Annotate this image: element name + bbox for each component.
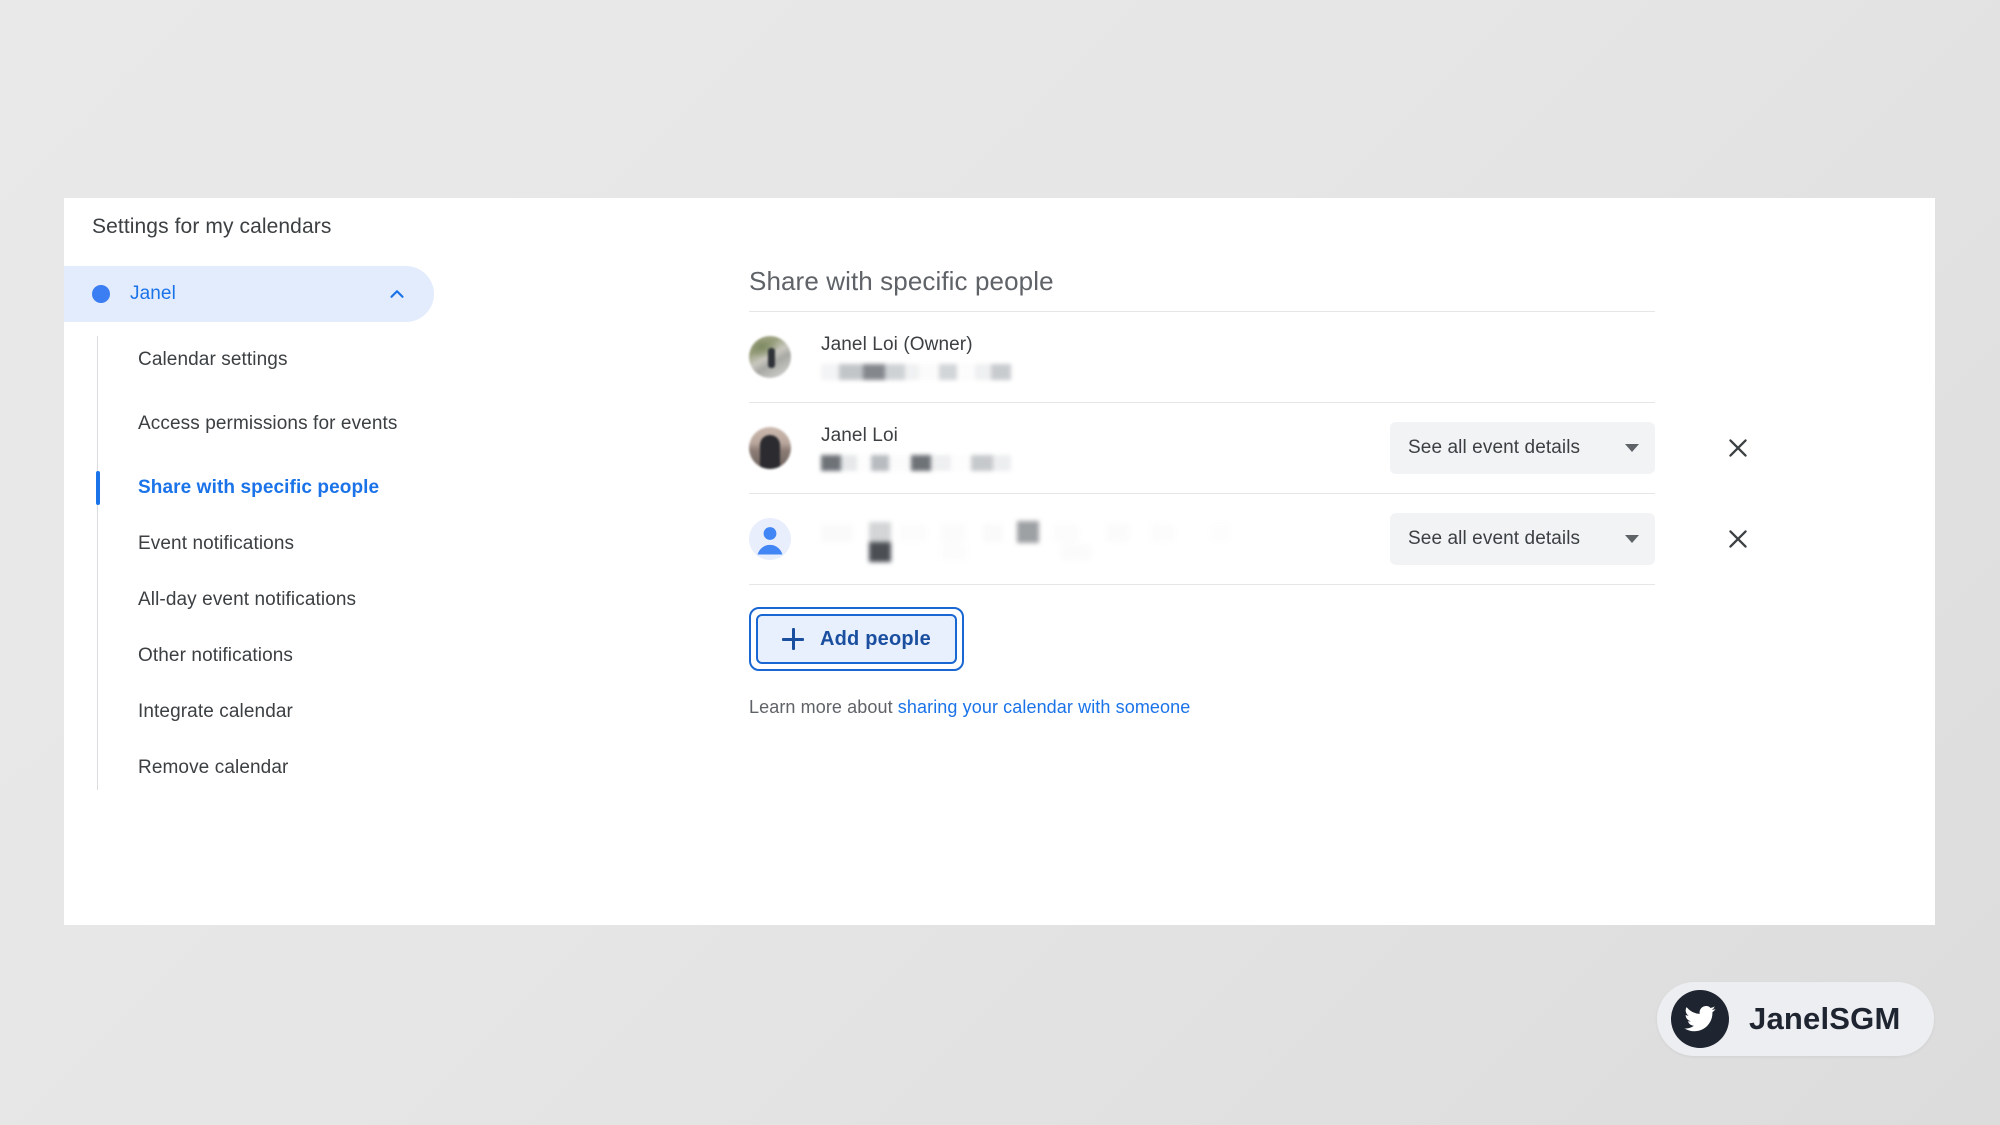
calendar-name-label: Janel <box>130 283 176 304</box>
twitter-bird-icon <box>1671 990 1729 1048</box>
sidebar-subnav: Calendar settings Access permissions for… <box>64 332 484 796</box>
sidebar-item-label: Remove calendar <box>138 757 289 779</box>
add-people-button[interactable]: Add people <box>756 614 957 664</box>
sidebar-item-calendar-settings[interactable]: Calendar settings <box>97 332 484 388</box>
chevron-up-icon[interactable] <box>386 283 408 305</box>
permission-dropdown[interactable]: See all event details <box>1390 513 1655 565</box>
learn-more-prefix: Learn more about <box>749 697 898 717</box>
section-heading: Share with specific people <box>749 266 1054 296</box>
sidebar-item-label: Access permissions for events <box>138 413 398 435</box>
person-info: Janel Loi <box>821 425 1390 471</box>
sidebar-item-label: All-day event notifications <box>138 589 357 611</box>
add-people-label: Add people <box>820 627 931 650</box>
sidebar-item-label: Calendar settings <box>138 349 288 371</box>
person-name: Janel Loi <box>821 425 898 446</box>
table-row: Janel Loi See all event details <box>749 403 1747 494</box>
watermark-label: JanelSGM <box>1749 1001 1901 1036</box>
page-title: Settings for my calendars <box>92 215 332 238</box>
sidebar-item-event-notifications[interactable]: Event notifications <box>97 516 484 572</box>
person-email-redacted <box>821 364 1655 380</box>
calendar-settings-sidebar: Janel Calendar settings Access permissio… <box>64 266 484 796</box>
sidebar-item-label: Event notifications <box>138 533 295 555</box>
settings-card: Settings for my calendars Janel Calendar… <box>64 198 1935 925</box>
person-name: Janel Loi (Owner) <box>821 334 973 355</box>
sidebar-item-remove-calendar[interactable]: Remove calendar <box>97 740 484 796</box>
avatar <box>749 336 791 378</box>
learn-more-text: Learn more about sharing your calendar w… <box>749 697 1879 718</box>
person-email-redacted <box>821 455 1390 471</box>
sidebar-item-all-day-event-notifications[interactable]: All-day event notifications <box>97 572 484 628</box>
default-user-icon <box>749 518 791 560</box>
share-settings-panel: Share with specific people Janel Loi (Ow… <box>749 266 1879 718</box>
sharing-calendar-help-link[interactable]: sharing your calendar with someone <box>898 697 1191 717</box>
sidebar-item-share-with-specific-people[interactable]: Share with specific people <box>97 460 484 516</box>
person-info: Janel Loi (Owner) <box>821 334 1655 380</box>
sidebar-item-label: Share with specific people <box>138 477 380 499</box>
close-icon <box>1729 439 1747 457</box>
sidebar-item-integrate-calendar[interactable]: Integrate calendar <box>97 684 484 740</box>
sidebar-item-label: Other notifications <box>138 645 294 667</box>
sidebar-item-label: Integrate calendar <box>138 701 293 723</box>
close-icon <box>1729 530 1747 548</box>
sidebar-item-access-permissions[interactable]: Access permissions for events <box>97 388 484 460</box>
shared-people-list: Janel Loi (Owner) Janel Loi See all even… <box>749 311 1747 585</box>
avatar <box>749 518 791 560</box>
avatar <box>749 427 791 469</box>
sidebar-item-other-notifications[interactable]: Other notifications <box>97 628 484 684</box>
caret-down-icon <box>1625 535 1639 543</box>
sidebar-calendar-janel[interactable]: Janel <box>64 266 434 322</box>
remove-person-button[interactable] <box>1716 426 1760 470</box>
person-identity-redacted <box>821 518 1390 562</box>
calendar-color-dot <box>92 285 110 303</box>
person-info <box>821 518 1390 562</box>
remove-person-button[interactable] <box>1716 517 1760 561</box>
watermark-badge: JanelSGM <box>1657 982 1935 1056</box>
plus-icon <box>782 628 804 650</box>
table-row: See all event details <box>749 494 1747 585</box>
table-row: Janel Loi (Owner) <box>749 312 1655 403</box>
permission-label: See all event details <box>1408 528 1581 549</box>
permission-dropdown[interactable]: See all event details <box>1390 422 1655 474</box>
caret-down-icon <box>1625 444 1639 452</box>
permission-label: See all event details <box>1408 437 1581 458</box>
add-people-focus-ring: Add people <box>749 607 964 671</box>
